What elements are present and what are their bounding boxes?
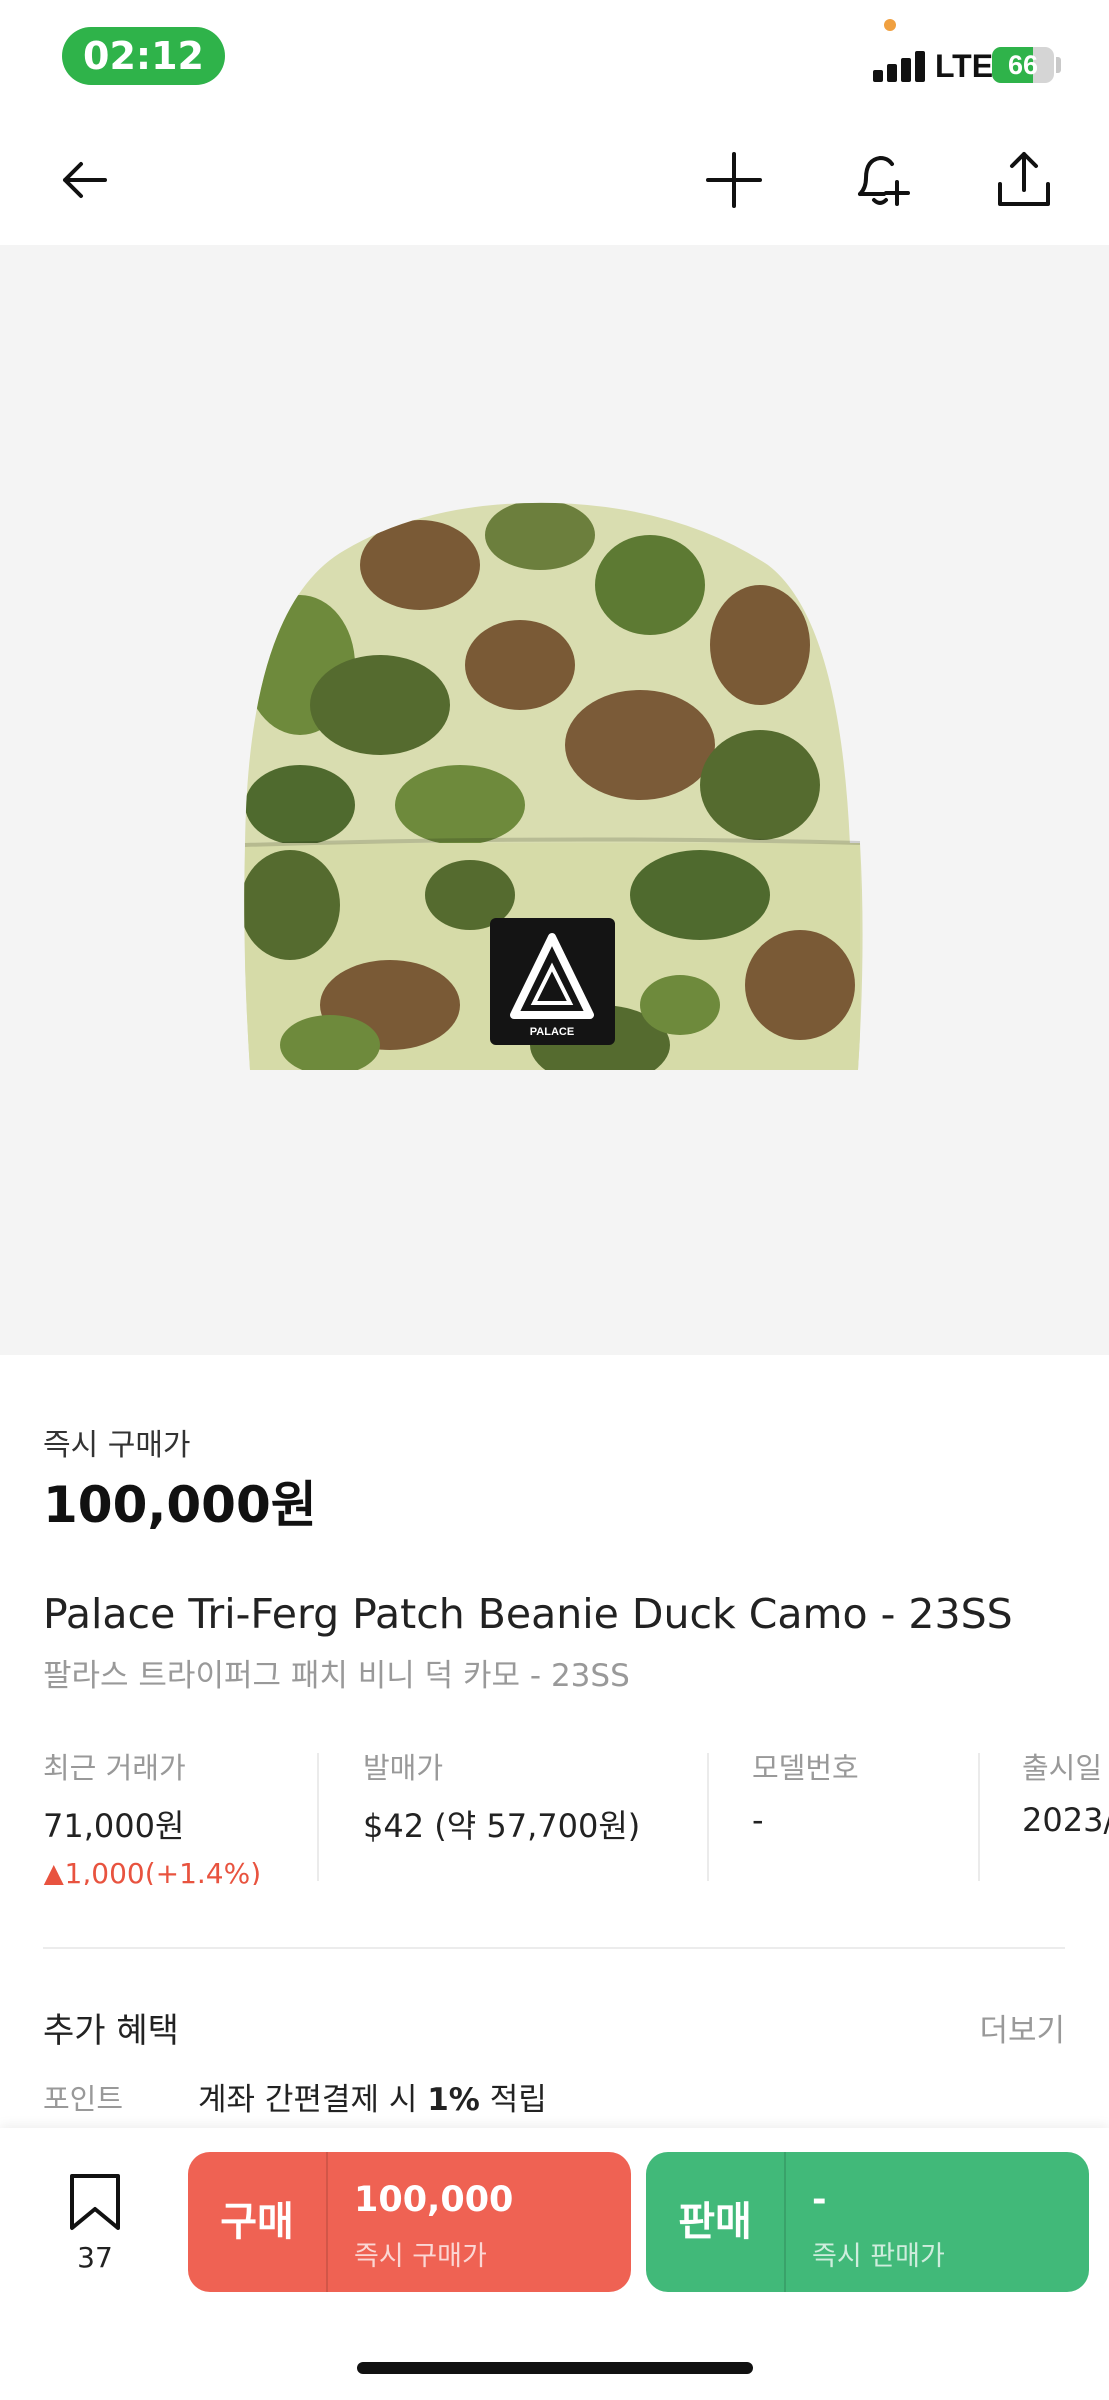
nav-bar: [0, 115, 1109, 245]
release-date-value: 2023/: [1022, 1801, 1109, 1839]
share-button[interactable]: [989, 145, 1059, 215]
buy-divider: [326, 2152, 328, 2292]
home-indicator[interactable]: [357, 2362, 753, 2374]
add-button[interactable]: [699, 145, 769, 215]
benefit-title: 추가 혜택: [43, 2011, 179, 2051]
divider: [317, 1753, 319, 1881]
point-description: 계좌 간편결제 시 1% 적립: [198, 2074, 547, 2119]
battery-cap: [1056, 57, 1061, 73]
price-label: 즉시 구매가: [43, 1428, 191, 1463]
product-info-row: 최근 거래가 71,000원 ▲1,000(+1.4%) 발매가 $42 (약 …: [0, 1745, 1109, 1885]
info-release-date: 출시일 2023/: [1022, 1745, 1109, 1885]
bookmark-icon: [70, 2174, 120, 2230]
camo-beanie-image: PALACE: [244, 502, 863, 1070]
bottom-action-bar: 37 구매 100,000 즉시 구매가 판매 - 즉시 판매가: [0, 2128, 1109, 2400]
arrow-left-icon: [63, 162, 107, 198]
wishlist-button[interactable]: 37: [58, 2173, 132, 2283]
signal-icon: [873, 50, 927, 82]
sell-divider: [784, 2152, 786, 2292]
product-page: 02:12 LTE 66 PALACE 즉시 구매가 100,000원 Pala…: [0, 0, 1109, 2400]
palace-patch: PALACE: [490, 918, 615, 1045]
model-number-value: -: [752, 1801, 764, 1839]
section-divider: [43, 1947, 1065, 1949]
retail-price-value: $42 (약 57,700원): [363, 1807, 641, 1845]
buy-price: 100,000: [354, 2180, 514, 2220]
battery-icon: 66: [992, 47, 1054, 83]
status-time: 02:12: [62, 27, 225, 85]
info-retail-price: 발매가 $42 (약 57,700원): [363, 1745, 640, 1885]
price-value: 100,000원: [43, 1476, 317, 1534]
divider: [707, 1753, 709, 1881]
wishlist-count: 37: [77, 2241, 113, 2274]
release-date-label: 출시일: [1022, 1751, 1103, 1785]
buy-label: 구매: [220, 2199, 294, 2245]
privacy-indicator-icon: [884, 19, 896, 31]
recent-price-change: ▲1,000(+1.4%): [43, 1857, 262, 1885]
point-prefix: 계좌 간편결제 시: [198, 2082, 428, 2118]
sell-label: 판매: [678, 2199, 752, 2245]
sell-button[interactable]: 판매 - 즉시 판매가: [646, 2152, 1089, 2292]
point-suffix: 적립: [479, 2082, 547, 2118]
share-icon: [998, 152, 1050, 206]
info-model-number: 모델번호 -: [752, 1745, 859, 1885]
recent-price-value: 71,000원: [43, 1807, 185, 1845]
divider: [978, 1753, 980, 1881]
sell-price: -: [812, 2180, 827, 2220]
sell-price-caption: 즉시 판매가: [812, 2241, 945, 2272]
recent-price-label: 최근 거래가: [43, 1751, 186, 1785]
product-title-en: Palace Tri-Ferg Patch Beanie Duck Camo -…: [43, 1590, 1013, 1638]
point-rate: 1%: [427, 2082, 480, 2118]
product-title-ko: 팔라스 트라이퍼그 패치 비니 덕 카모 - 23SS: [43, 1658, 630, 1694]
buy-price-caption: 즉시 구매가: [354, 2241, 487, 2272]
back-button[interactable]: [50, 145, 120, 215]
patch-text: PALACE: [530, 1026, 574, 1038]
retail-price-label: 발매가: [363, 1751, 444, 1785]
buy-button[interactable]: 구매 100,000 즉시 구매가: [188, 2152, 631, 2292]
plus-icon: [706, 152, 762, 208]
status-bar: 02:12 LTE 66: [0, 0, 1109, 115]
notify-button[interactable]: [845, 145, 915, 215]
point-label: 포인트: [43, 2082, 124, 2116]
benefit-more-link[interactable]: 더보기: [979, 2005, 1065, 2050]
model-number-label: 모델번호: [752, 1751, 859, 1785]
network-type: LTE: [935, 48, 994, 84]
bell-plus-icon: [858, 155, 910, 206]
battery-level: 66: [1007, 50, 1039, 80]
product-image-area[interactable]: PALACE: [0, 245, 1109, 1355]
info-recent-price: 최근 거래가 71,000원 ▲1,000(+1.4%): [43, 1745, 261, 1885]
